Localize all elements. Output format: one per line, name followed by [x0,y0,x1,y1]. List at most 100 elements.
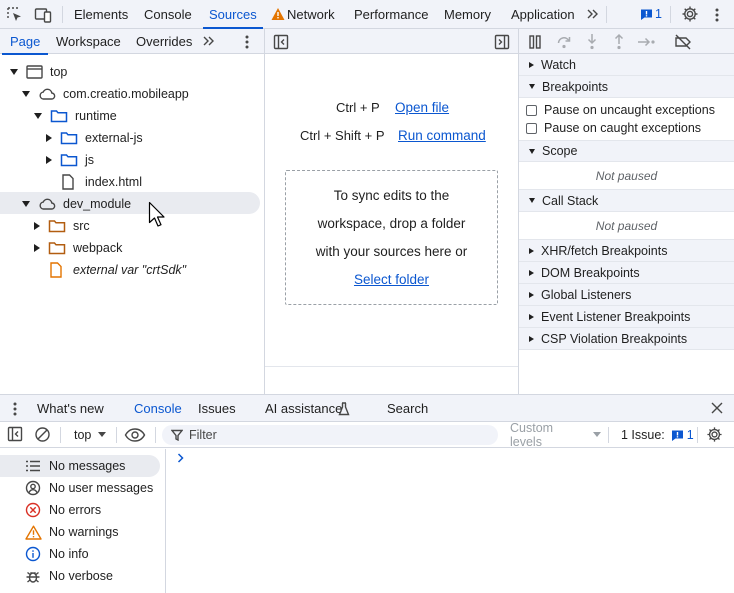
tab-elements[interactable]: Elements [74,0,128,29]
run-command-link[interactable]: Run command [398,128,486,143]
checkbox-box[interactable] [526,122,537,134]
step-out-icon[interactable] [611,33,627,51]
tree-item-js[interactable]: js [46,149,94,171]
tree-label: dev_module [63,197,132,211]
section-title: DOM Breakpoints [541,265,640,280]
tree-item-top[interactable]: top [10,61,67,83]
tab-page[interactable]: Page [1,29,49,55]
context-selector[interactable]: top [74,426,107,444]
tab-whats-new[interactable]: What's new [37,395,104,423]
event-listener-breakpoints-section-header[interactable]: Event Listener Breakpoints [519,306,734,328]
issue-icon [671,430,683,441]
tree-label: external var "crtSdk" [73,263,187,277]
device-toolbar-icon[interactable] [34,6,52,24]
expand-arrow-icon [22,201,30,207]
console-filter-input[interactable]: Filter [162,425,498,445]
issues-counter[interactable]: 1 [640,7,662,21]
tab-drawer-console[interactable]: Console [125,395,191,424]
bug-icon [24,568,42,584]
csp-violation-breakpoints-section-header[interactable]: CSP Violation Breakpoints [519,328,734,350]
filter-no-verbose[interactable]: No verbose [0,565,160,587]
xhr-breakpoints-section-header[interactable]: XHR/fetch Breakpoints [519,240,734,262]
filter-no-errors[interactable]: No errors [0,499,160,521]
more-tabs-chevron-icon[interactable] [586,7,600,21]
tab-ai-assistance[interactable]: AI assistance [265,395,342,423]
tree-item-runtime[interactable]: runtime [34,105,117,127]
step-into-icon[interactable] [584,33,600,51]
tree-item-index-html[interactable]: index.html [61,171,142,193]
drop-text: workspace, drop a folder [317,216,466,231]
tree-item-external-var-crtsdk[interactable]: external var "crtSdk" [49,259,186,281]
context-value: top [74,428,92,442]
call-stack-section-header[interactable]: Call Stack [519,190,734,212]
folder-drop-zone[interactable]: To sync edits to the workspace, drop a f… [285,170,498,305]
section-title: XHR/fetch Breakpoints [541,243,668,258]
drop-text: To sync edits to the [333,188,450,203]
pause-uncaught-checkbox[interactable]: Pause on uncaught exceptions [526,103,715,117]
open-file-link[interactable]: Open file [395,100,449,115]
dom-breakpoints-section-header[interactable]: DOM Breakpoints [519,262,734,284]
more-options-icon[interactable] [713,7,721,23]
watch-section-header[interactable]: Watch [519,54,734,76]
filter-label: No errors [49,503,102,517]
console-prompt-chevron-icon[interactable] [176,452,186,464]
breakpoints-section-header[interactable]: Breakpoints [519,76,734,98]
expand-arrow-icon [529,84,535,89]
tab-issues[interactable]: Issues [198,395,236,423]
clear-console-icon[interactable] [34,426,51,443]
tab-workspace[interactable]: Workspace [56,29,121,54]
filter-no-info[interactable]: No info [0,543,160,565]
tree-item-dev-module[interactable]: dev_module [22,193,131,215]
console-settings-gear-icon[interactable] [706,426,723,443]
collapse-arrow-icon [34,244,40,252]
tab-performance[interactable]: Performance [354,0,428,29]
filter-no-warnings[interactable]: No warnings [0,521,160,543]
tree-label: webpack [73,241,123,255]
expand-arrow-icon [529,198,535,203]
step-icon[interactable] [637,34,657,50]
toggle-navigator-icon[interactable] [273,34,289,50]
scope-section-header[interactable]: Scope [519,140,734,162]
collapse-arrow-icon [529,335,534,342]
tree-item-webpack[interactable]: webpack [34,237,122,259]
tab-console[interactable]: Console [144,0,192,29]
close-drawer-icon[interactable] [711,402,723,414]
deactivate-breakpoints-icon[interactable] [674,34,692,50]
pause-caught-checkbox[interactable]: Pause on caught exceptions [526,121,701,135]
tree-item-com-creatio-mobileapp[interactable]: com.creatio.mobileapp [22,83,189,105]
log-levels-dropdown[interactable]: Custom levels [503,421,601,449]
drawer-menu-icon[interactable] [11,401,19,417]
global-listeners-section-header[interactable]: Global Listeners [519,284,734,306]
tree-item-src[interactable]: src [34,215,90,237]
file-icon [50,262,62,278]
tab-network[interactable]: Network [287,0,335,29]
more-navigator-tabs-chevron-icon[interactable] [202,34,216,48]
filter-label: No user messages [49,481,154,495]
tab-overrides[interactable]: Overrides [136,29,192,54]
expand-arrow-icon [10,69,18,75]
cloud-icon [39,198,56,210]
toggle-sidebar-icon[interactable] [7,426,23,442]
tab-search[interactable]: Search [387,395,428,423]
checkbox-box[interactable] [526,104,537,116]
navigator-menu-icon[interactable] [243,34,251,50]
issues-link[interactable]: 1 Issue: 1 [621,428,694,442]
filter-no-user-messages[interactable]: No user messages [0,477,160,499]
live-expression-eye-icon[interactable] [124,427,146,443]
tree-label: external-js [85,131,143,145]
tab-memory[interactable]: Memory [444,0,491,29]
settings-gear-icon[interactable] [681,5,699,23]
toggle-debugger-icon[interactable] [494,34,510,50]
pause-icon[interactable] [528,34,542,50]
tab-sources[interactable]: Sources [203,0,263,29]
filter-funnel-icon [171,429,183,441]
select-folder-link[interactable]: Select folder [354,266,429,294]
file-icon [62,174,74,190]
step-over-icon[interactable] [556,34,572,50]
tab-application[interactable]: Application [511,0,575,29]
console-input-area[interactable] [190,449,734,593]
inspect-element-icon[interactable] [6,6,24,24]
tree-item-external-js[interactable]: external-js [46,127,143,149]
filter-no-messages[interactable]: No messages [0,455,160,477]
collapse-arrow-icon [529,313,534,320]
